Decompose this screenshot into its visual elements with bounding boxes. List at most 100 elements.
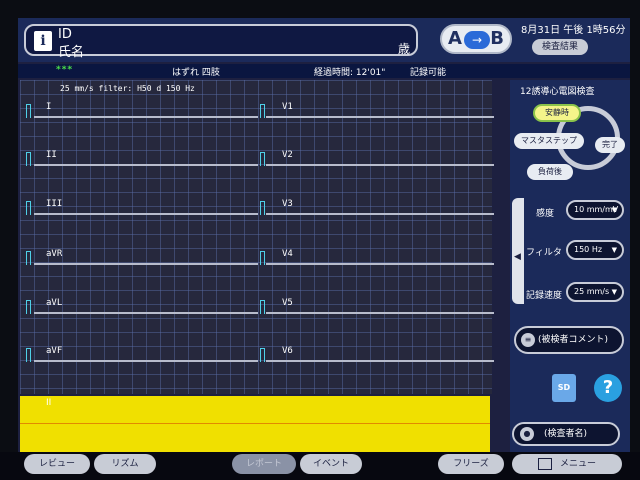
panel-collapse-tab[interactable] (512, 198, 524, 304)
comment-icon: ≡ (521, 333, 535, 347)
lead-baseline (114, 213, 258, 215)
lead-label: aVF (46, 346, 63, 356)
calibration-pulse (26, 348, 31, 362)
lead-label: V3 (282, 199, 293, 209)
calibration-pulse (260, 251, 265, 265)
lead-baseline (344, 263, 494, 265)
ecg-waveform-area (20, 80, 492, 394)
rhythm-lead-label: II (46, 398, 52, 408)
calibration-pulse (26, 152, 31, 166)
datetime-display: 8月31日 午後 1時56分 (521, 25, 626, 36)
lead-label: V4 (282, 249, 293, 259)
lead-baseline (34, 312, 114, 314)
review-button[interactable]: レビュー (24, 454, 90, 474)
filter-label: フィルタ (526, 248, 562, 258)
examiner-label: (検査者名) (544, 429, 588, 439)
lead-baseline (266, 312, 344, 314)
lead-label: II (46, 150, 57, 160)
lead-baseline (266, 116, 344, 118)
lead-baseline (344, 116, 494, 118)
sd-card-icon[interactable]: SD (552, 374, 576, 402)
age-label: 歳 (397, 42, 410, 56)
lead-label: V2 (282, 150, 293, 160)
calibration-pulse (260, 348, 265, 362)
lead-label: aVR (46, 249, 63, 259)
id-label: ID (58, 27, 72, 42)
patient-info-box[interactable]: i ID 氏名 歳 (24, 24, 418, 60)
speed-select[interactable]: 25 mm/s ▼ (566, 282, 624, 302)
chevron-left-icon: ◀ (514, 252, 521, 262)
step-done-button[interactable]: 完了 (595, 137, 625, 153)
lead-baseline (344, 164, 494, 166)
calibration-pulse (26, 300, 31, 314)
calibration-pulse (26, 251, 31, 265)
name-label: 氏名 (58, 45, 85, 60)
lead-baseline (114, 312, 258, 314)
status-bar: *** はずれ 四肢 経過時間: 12'01" 記録可能 (18, 64, 630, 78)
signal-indicator: *** (56, 65, 74, 75)
lead-baseline (34, 263, 114, 265)
lead-baseline (266, 360, 344, 362)
lead-off-warning: はずれ 四肢 (172, 68, 220, 78)
lead-label: V1 (282, 102, 293, 112)
lead-baseline (266, 213, 344, 215)
patient-header: i ID 氏名 歳 A → B 8月31日 午後 1時56分 検査結果 (18, 18, 630, 62)
lead-baseline (344, 360, 494, 362)
patient-comment-button[interactable]: ≡ (被検者コメント) (514, 326, 624, 354)
lead-baseline (114, 164, 258, 166)
lead-baseline (34, 164, 114, 166)
step-after-load-button[interactable]: 負荷後 (527, 164, 573, 180)
calibration-pulse (260, 201, 265, 215)
chevron-down-icon: ▼ (611, 246, 617, 254)
ab-b-label: B (490, 28, 504, 49)
ab-switch-button[interactable]: A → B (440, 24, 512, 54)
report-button[interactable]: レポート (232, 454, 296, 474)
elapsed-time: 経過時間: 12'01" (314, 68, 386, 78)
speed-value: 25 mm/s (574, 287, 610, 296)
lead-baseline (266, 164, 344, 166)
filter-select[interactable]: 150 Hz ▼ (566, 240, 624, 260)
exam-title: 12誘導心電図検査 (520, 87, 595, 97)
rhythm-strip (20, 396, 490, 452)
lead-label: III (46, 199, 63, 209)
lead-label: aVL (46, 298, 63, 308)
lead-label: V6 (282, 346, 293, 356)
lead-baseline (344, 213, 494, 215)
calibration-pulse (260, 152, 265, 166)
help-icon[interactable]: ? (594, 374, 622, 402)
sensitivity-select[interactable]: 10 mm/mV ▼ (566, 200, 624, 220)
lead-label: V5 (282, 298, 293, 308)
menu-grid-icon (537, 457, 552, 470)
event-button[interactable]: イベント (300, 454, 362, 474)
lead-baseline (114, 360, 258, 362)
arrow-right-icon: → (464, 31, 490, 49)
speed-label: 記録速度 (526, 291, 563, 301)
menu-button[interactable]: メニュー (512, 454, 622, 474)
filter-value: 150 Hz (574, 245, 603, 254)
step-master-button[interactable]: マスタステップ (514, 133, 584, 149)
lead-baseline (114, 116, 258, 118)
lead-baseline (344, 312, 494, 314)
lead-baseline (114, 263, 258, 265)
comment-label: (被検者コメント) (538, 335, 609, 345)
examiner-name-button[interactable]: ● (検査者名) (512, 422, 620, 446)
lead-baseline (34, 360, 114, 362)
results-button[interactable]: 検査結果 (532, 39, 588, 55)
info-icon: i (34, 31, 52, 51)
calibration-pulse (260, 300, 265, 314)
step-rest-button[interactable]: 安静時 (533, 104, 581, 122)
calibration-pulse (260, 104, 265, 118)
chevron-down-icon: ▼ (611, 288, 617, 296)
rhythm-button[interactable]: リズム (94, 454, 156, 474)
chevron-down-icon: ▼ (611, 206, 617, 214)
menu-label: メニュー (559, 459, 596, 469)
lead-baseline (34, 116, 114, 118)
calibration-pulse (26, 104, 31, 118)
filter-info: 25 mm/s filter: H50 d 150 Hz (60, 84, 195, 93)
calibration-pulse (26, 201, 31, 215)
person-icon: ● (520, 427, 534, 441)
freeze-button[interactable]: フリーズ (438, 454, 504, 474)
rhythm-strip-baseline (20, 423, 490, 424)
ab-a-label: A (448, 28, 462, 49)
lead-label: I (46, 102, 52, 112)
